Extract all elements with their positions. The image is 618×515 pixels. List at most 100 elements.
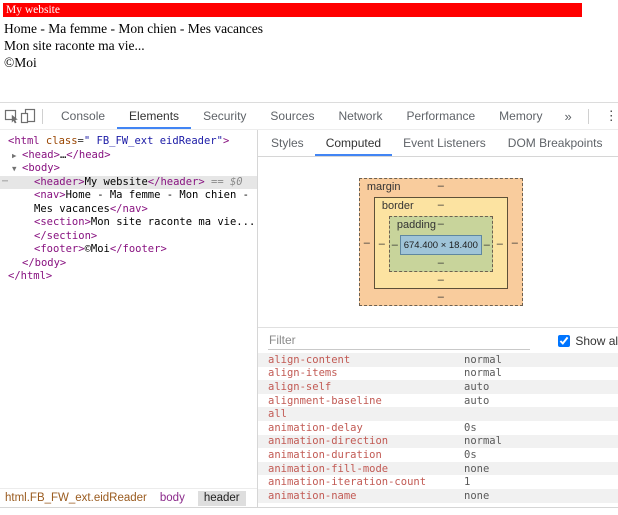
tab-memory[interactable]: Memory — [487, 103, 554, 129]
property-value: auto — [464, 380, 490, 393]
computed-filter-bar: Show all — [258, 328, 618, 353]
more-tabs-icon[interactable]: » — [555, 109, 582, 124]
inspect-element-button[interactable] — [4, 104, 20, 128]
computed-pane: Styles Computed Event Listeners DOM Brea… — [258, 130, 618, 507]
property-value: 0s — [464, 448, 477, 461]
collapse-arrow-icon[interactable]: ▼ — [12, 162, 22, 176]
device-toolbar-button[interactable] — [20, 104, 36, 128]
property-value: none — [464, 489, 490, 502]
tag-token: </section> — [34, 229, 98, 242]
rendered-webpage: My website Home - Ma femme - Mon chien -… — [0, 0, 618, 102]
tag-token: <header> — [34, 175, 85, 188]
show-all-control: Show all — [558, 334, 618, 348]
tab-console[interactable]: Console — [49, 103, 117, 129]
sidebar-tabs: Styles Computed Event Listeners DOM Brea… — [258, 130, 618, 157]
border-left-value[interactable]: – — [375, 238, 389, 250]
border-mid-row: – padding – – 674.400 × 18.400 – – – — [375, 214, 507, 274]
breadcrumb: html.FB_FW_ext.eidReader body header — [0, 488, 257, 507]
property-name: align-self — [268, 380, 332, 393]
dom-node-body-close[interactable]: </body> — [0, 257, 257, 271]
filter-input[interactable] — [268, 331, 530, 350]
padding-left-value[interactable]: – — [390, 239, 400, 251]
show-all-checkbox[interactable] — [558, 334, 571, 347]
property-row[interactable]: animation-direction normal — [258, 434, 618, 449]
padding-top-value[interactable]: – — [438, 218, 444, 230]
devtools-menu-icon[interactable]: ⋮ — [595, 108, 618, 124]
devtools-main: <html class=" FB_FW_ext eidReader"> ▶ <he… — [0, 130, 618, 508]
tag-token: </nav> — [109, 202, 148, 215]
dom-node-section-close[interactable]: </section> — [0, 230, 257, 244]
tab-sources[interactable]: Sources — [258, 103, 326, 129]
toolbar-separator — [587, 108, 589, 124]
tag-token: </header> — [147, 175, 205, 188]
tag-token: </html> — [8, 270, 53, 282]
property-row[interactable]: align-self auto — [258, 380, 618, 394]
node-actions-icon[interactable]: ⋯ — [2, 175, 8, 189]
property-row[interactable]: animation-fill-mode none — [258, 461, 618, 476]
property-row[interactable]: all — [258, 407, 618, 421]
dom-node-nav-wrap[interactable]: Mes vacances</nav> — [0, 203, 257, 217]
dom-node-html-open[interactable]: <html class=" FB_FW_ext eidReader"> — [0, 135, 257, 149]
text-token: Mon site raconte ma vie... — [90, 216, 256, 228]
property-row[interactable]: animation-iteration-count 1 — [258, 475, 618, 489]
tab-event-listeners[interactable]: Event Listeners — [392, 130, 497, 156]
tab-computed[interactable]: Computed — [315, 130, 392, 156]
margin-left-value[interactable]: – — [360, 237, 374, 249]
tag-token: <html — [8, 135, 40, 147]
attr-name-token: class — [39, 135, 78, 147]
padding-mid-row: – 674.400 × 18.400 – — [390, 233, 492, 257]
property-row[interactable]: alignment-baseline auto — [258, 394, 618, 408]
margin-mid-row: – border – – padding – – 674.400 × 18.40… — [360, 195, 522, 291]
dom-node-nav[interactable]: <nav>Home - Ma femme - Mon chien - — [0, 189, 257, 203]
margin-bottom-value[interactable]: – — [438, 291, 444, 303]
text-token: My website — [84, 175, 148, 188]
margin-right-value[interactable]: – — [508, 237, 522, 249]
box-model-content-size[interactable]: 674.400 × 18.400 — [399, 235, 482, 255]
padding-bottom-value[interactable]: – — [438, 257, 444, 269]
tab-security[interactable]: Security — [191, 103, 258, 129]
breadcrumb-item-html[interactable]: html.FB_FW_ext.eidReader — [5, 492, 147, 504]
border-top-value[interactable]: – — [438, 199, 444, 211]
property-name: align-content — [268, 353, 351, 366]
dom-node-section[interactable]: <section>Mon site raconte ma vie... — [0, 216, 257, 230]
tab-performance[interactable]: Performance — [394, 103, 487, 129]
border-label: border — [381, 200, 414, 212]
property-name: animation-name — [268, 489, 357, 502]
dom-node-html-close[interactable]: </html> — [0, 270, 257, 284]
tab-network[interactable]: Network — [326, 103, 394, 129]
margin-bottom-row: – — [360, 291, 522, 305]
breadcrumb-item-header-selected[interactable]: header — [197, 490, 246, 506]
tab-styles[interactable]: Styles — [260, 130, 315, 156]
box-model-diagram: margin – – border – – padding – – 674.40… — [258, 157, 618, 328]
dom-node-body-open[interactable]: ▼ <body> — [0, 162, 257, 176]
property-row[interactable]: align-content normal — [258, 353, 618, 367]
dom-node-head[interactable]: ▶ <head>…</head> — [0, 149, 257, 163]
tag-token: </footer> — [109, 243, 167, 255]
property-row[interactable]: animation-delay 0s — [258, 421, 618, 435]
margin-top-value[interactable]: – — [438, 180, 444, 192]
property-value: none — [464, 462, 490, 475]
padding-right-value[interactable]: – — [482, 239, 492, 251]
property-row[interactable]: animation-duration 0s — [258, 448, 618, 462]
dom-tree-pane: <html class=" FB_FW_ext eidReader"> ▶ <he… — [0, 130, 258, 507]
tab-elements[interactable]: Elements — [117, 103, 191, 129]
border-bottom-value[interactable]: – — [438, 274, 444, 286]
padding-bottom-row: – — [390, 257, 492, 271]
more-sidebar-tabs-icon[interactable]: » — [613, 136, 618, 151]
tag-token: > — [222, 135, 230, 147]
margin-top-row: margin – — [360, 179, 522, 195]
expand-arrow-icon[interactable]: ▶ — [12, 149, 22, 163]
dom-node-footer[interactable]: <footer>©Moi</footer> — [0, 243, 257, 257]
tag-token: <body> — [22, 162, 60, 174]
border-right-value[interactable]: – — [493, 238, 507, 250]
device-toolbar-icon — [20, 108, 36, 124]
border-bottom-row: – — [375, 274, 507, 288]
tab-dom-breakpoints[interactable]: DOM Breakpoints — [497, 130, 614, 156]
dom-node-header-selected[interactable]: ⋯ <header>My website</header> == $0 — [0, 175, 257, 189]
box-model-border: border – – padding – – 674.400 × 18.400 – — [373, 197, 508, 289]
breadcrumb-item-body[interactable]: body — [160, 492, 185, 504]
margin-label: margin — [366, 181, 401, 193]
property-row[interactable]: align-items normal — [258, 367, 618, 381]
property-row[interactable]: animation-name none — [258, 488, 618, 503]
text-token: Home - Ma femme - Mon chien - — [65, 189, 249, 201]
